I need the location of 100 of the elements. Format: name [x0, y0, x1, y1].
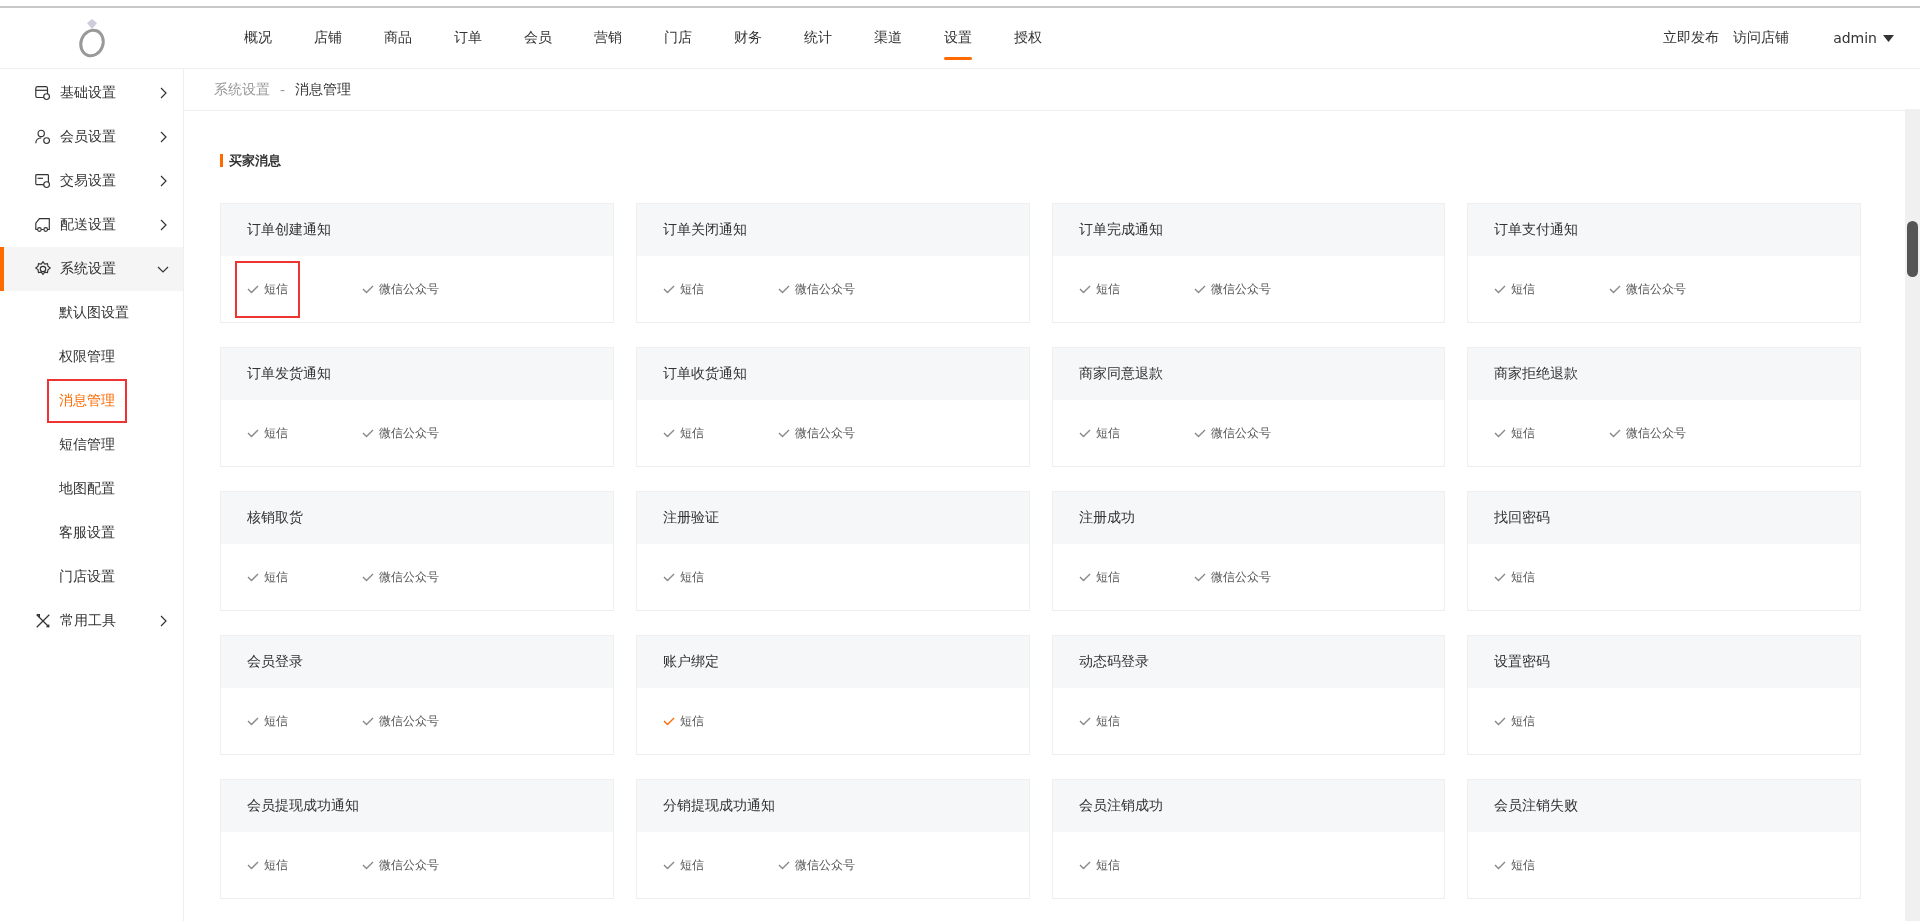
sidebar-item[interactable]: 配送设置: [0, 203, 183, 247]
card-title: 商家同意退款: [1052, 348, 1445, 400]
scrollbar[interactable]: [1905, 109, 1920, 921]
card-title: 注册验证: [636, 492, 1029, 544]
check-icon: [1193, 283, 1206, 295]
check-icon: [1193, 427, 1206, 439]
check-icon: [662, 859, 675, 871]
check-icon: [1078, 571, 1091, 583]
channel-option[interactable]: 微信公众号: [777, 276, 855, 302]
check-icon: [1609, 427, 1622, 439]
channel-option[interactable]: 微信公众号: [1609, 420, 1687, 446]
channel-option[interactable]: 短信: [247, 564, 288, 590]
sidebar-item[interactable]: 基础设置: [0, 71, 183, 115]
card-title: 订单完成通知: [1052, 204, 1445, 256]
card-title: 注册成功: [1052, 492, 1445, 544]
channel-option[interactable]: 微信公众号: [777, 852, 855, 878]
sidebar-item[interactable]: 系统设置: [0, 247, 183, 291]
header-link[interactable]: 访问店铺: [1733, 29, 1790, 47]
check-icon: [1494, 715, 1507, 727]
channel-option[interactable]: 短信: [662, 564, 704, 590]
channel-option[interactable]: 短信: [1494, 276, 1536, 302]
nav-tab[interactable]: 概况: [223, 8, 293, 68]
user-name[interactable]: admin: [1833, 30, 1877, 46]
dropdown-caret-icon[interactable]: [1883, 34, 1894, 42]
channel-option[interactable]: 微信公众号: [1193, 564, 1271, 590]
check-icon: [1078, 283, 1091, 295]
nav-tab[interactable]: 渠道: [853, 8, 923, 68]
check-icon: [1494, 859, 1507, 871]
channel-option[interactable]: 微信公众号: [1193, 420, 1271, 446]
breadcrumb-item: 消息管理: [295, 80, 352, 99]
header-link[interactable]: 立即发布: [1663, 29, 1720, 47]
sidebar-item[interactable]: 交易设置: [0, 159, 183, 203]
card-title: 订单关闭通知: [636, 204, 1029, 256]
scrollbar-thumb[interactable]: [1907, 221, 1918, 277]
channel-option[interactable]: 微信公众号: [362, 852, 439, 878]
card-title: 订单收货通知: [636, 348, 1029, 400]
nav-tab[interactable]: 设置: [923, 8, 993, 68]
channel-option[interactable]: 短信: [247, 420, 288, 446]
sidebar-item[interactable]: 会员设置: [0, 115, 183, 159]
ring-logo-icon: [76, 17, 107, 59]
card-title: 设置密码: [1468, 636, 1860, 688]
card-title: 会员提现成功通知: [221, 780, 613, 832]
card-title: 会员注销失败: [1468, 780, 1860, 832]
channel-option[interactable]: 短信: [1494, 564, 1536, 590]
nav-tab[interactable]: 会员: [503, 8, 573, 68]
channel-option[interactable]: 短信: [1078, 564, 1120, 590]
sidebar-subitem[interactable]: 权限管理: [59, 339, 115, 375]
check-icon: [362, 571, 374, 583]
check-icon: [247, 859, 259, 871]
check-icon: [362, 427, 374, 439]
check-icon: [1494, 283, 1507, 295]
sidebar-icon: [34, 612, 52, 630]
nav-tab[interactable]: 财务: [713, 8, 783, 68]
sidebar-subitem[interactable]: 客服设置: [59, 515, 115, 551]
channel-option[interactable]: 短信: [247, 852, 288, 878]
card-title: 会员登录: [221, 636, 613, 688]
channel-option[interactable]: 微信公众号: [362, 420, 439, 446]
channel-option[interactable]: 短信: [1494, 708, 1536, 734]
check-icon: [362, 715, 374, 727]
nav-tab[interactable]: 营销: [573, 8, 643, 68]
card-title: 商家拒绝退款: [1468, 348, 1860, 400]
check-icon: [662, 715, 675, 727]
channel-option[interactable]: 短信: [662, 852, 704, 878]
channel-option[interactable]: 微信公众号: [1609, 276, 1687, 302]
channel-option[interactable]: 短信: [1078, 852, 1120, 878]
nav-tab[interactable]: 授权: [993, 8, 1063, 68]
nav-tab[interactable]: 店铺: [293, 8, 363, 68]
channel-option[interactable]: 短信: [1078, 420, 1120, 446]
channel-option[interactable]: 短信: [247, 708, 288, 734]
channel-option[interactable]: 短信: [1494, 420, 1536, 446]
card-title: 找回密码: [1468, 492, 1860, 544]
channel-option[interactable]: 短信: [662, 708, 704, 734]
channel-option[interactable]: 微信公众号: [362, 564, 439, 590]
channel-option[interactable]: 微信公众号: [362, 276, 439, 302]
channel-option[interactable]: 微信公众号: [1193, 276, 1271, 302]
nav-tab[interactable]: 商品: [363, 8, 433, 68]
check-icon: [1078, 859, 1091, 871]
check-icon: [1193, 571, 1206, 583]
nav-tab[interactable]: 订单: [433, 8, 503, 68]
sidebar-subitem[interactable]: 门店设置: [59, 559, 115, 595]
card-title: 订单创建通知: [221, 204, 613, 256]
nav-tab[interactable]: 统计: [783, 8, 853, 68]
section-title: 买家消息: [220, 154, 1861, 167]
sidebar-subitem[interactable]: 短信管理: [59, 427, 115, 463]
channel-option[interactable]: 微信公众号: [777, 420, 855, 446]
sidebar-icon: [34, 84, 52, 102]
channel-option[interactable]: 短信: [1078, 276, 1120, 302]
nav-tab[interactable]: 门店: [643, 8, 713, 68]
check-icon: [1494, 427, 1507, 439]
channel-option[interactable]: 短信: [662, 420, 704, 446]
channel-option[interactable]: 微信公众号: [362, 708, 439, 734]
check-icon: [777, 427, 790, 439]
channel-option[interactable]: 短信: [662, 276, 704, 302]
channel-option[interactable]: 短信: [1078, 708, 1120, 734]
sidebar-item[interactable]: 常用工具: [0, 599, 183, 643]
sidebar-subitem[interactable]: 默认图设置: [59, 295, 129, 331]
channel-option[interactable]: 短信: [237, 262, 298, 316]
channel-option[interactable]: 短信: [1494, 852, 1536, 878]
sidebar-subitem[interactable]: 地图配置: [59, 471, 115, 507]
check-icon: [247, 283, 259, 295]
